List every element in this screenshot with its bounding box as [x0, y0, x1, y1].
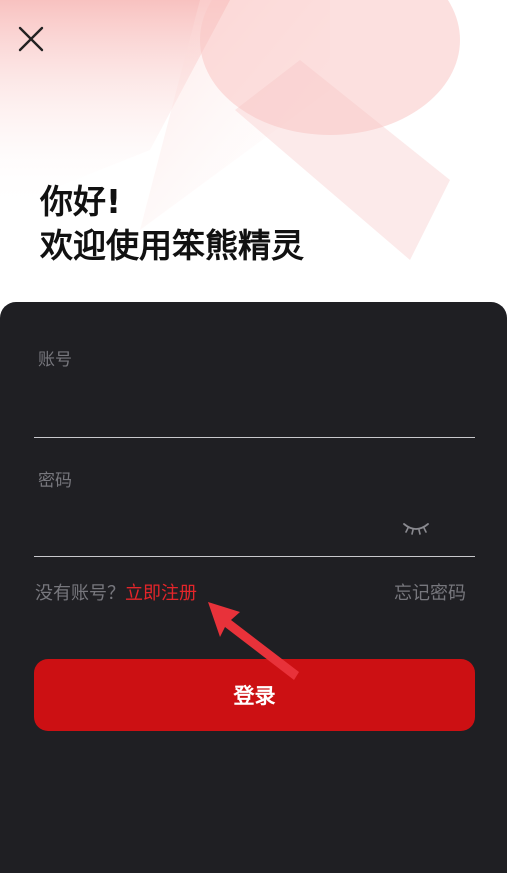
register-prompt: 没有账号？立即注册 [35, 582, 197, 606]
account-underline [34, 437, 475, 438]
account-label: 账号 [38, 350, 72, 370]
password-label: 密码 [38, 471, 72, 491]
close-button[interactable] [14, 22, 48, 56]
register-link[interactable]: 立即注册 [125, 583, 197, 604]
no-account-text: 没有账号？ [35, 583, 125, 604]
greeting-line-1: 你好! [40, 182, 122, 221]
password-underline [34, 556, 475, 557]
welcome-heading: 你好! 欢迎使用笨熊精灵 [40, 180, 304, 268]
login-button[interactable]: 登录 [34, 659, 475, 731]
password-visibility-toggle[interactable] [400, 514, 432, 542]
forgot-password-link[interactable]: 忘记密码 [394, 582, 466, 606]
account-input[interactable] [38, 395, 398, 425]
eye-closed-icon [403, 523, 429, 535]
close-icon [18, 26, 44, 52]
password-input[interactable] [38, 514, 398, 544]
background-decoration [0, 0, 460, 260]
greeting-line-2: 欢迎使用笨熊精灵 [40, 226, 304, 265]
